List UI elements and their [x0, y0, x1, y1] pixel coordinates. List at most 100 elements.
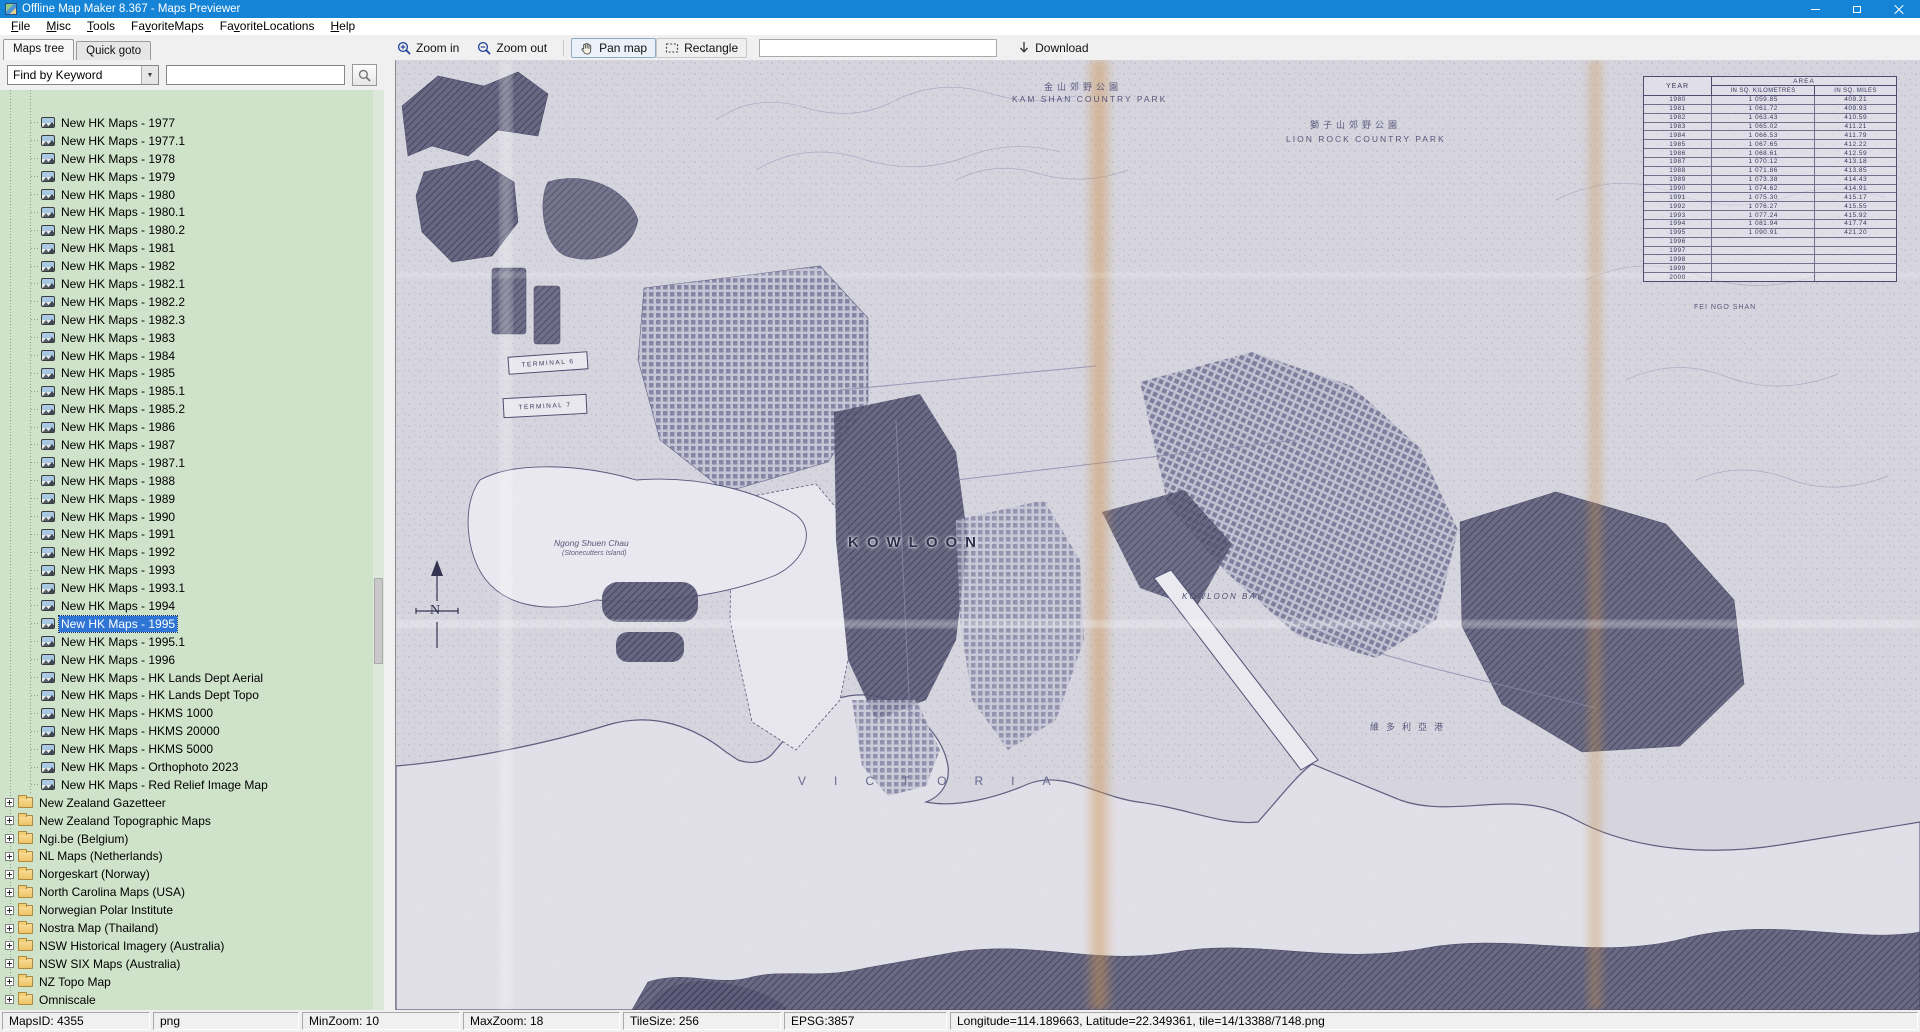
tree-item-map[interactable]: New HK Maps - HK Lands Dept Topo	[0, 687, 384, 705]
tree-item-folder[interactable]: New Zealand Topographic Maps	[0, 812, 384, 830]
expand-plus-icon[interactable]	[5, 816, 14, 825]
tree-item-map[interactable]: New HK Maps - 1977	[0, 114, 384, 132]
tree-item-map[interactable]: New HK Maps - 1985	[0, 364, 384, 382]
map-image-icon	[41, 493, 55, 504]
tree-item-map[interactable]: New HK Maps - 1993.1	[0, 579, 384, 597]
tree-item-folder[interactable]: Norgeskart (Norway)	[0, 865, 384, 883]
tree-item-map[interactable]: New HK Maps - HKMS 5000	[0, 740, 384, 758]
tree-item-map[interactable]: New HK Maps - 1978	[0, 150, 384, 168]
menu-item[interactable]: FavoriteMaps	[123, 19, 212, 34]
tree-item-label: New HK Maps - 1996	[59, 652, 177, 668]
tree-item-folder[interactable]: North Carolina Maps (USA)	[0, 883, 384, 901]
tree-item-map[interactable]: New HK Maps - 1980.1	[0, 203, 384, 221]
tree-item-map[interactable]: New HK Maps - 1988	[0, 472, 384, 490]
tree-item-folder[interactable]: Omniscale	[0, 991, 384, 1009]
close-button[interactable]	[1878, 0, 1920, 18]
tree-item-map[interactable]: New HK Maps - 1980.2	[0, 221, 384, 239]
tree-item-map[interactable]: New HK Maps - 1981	[0, 239, 384, 257]
tree-item-map[interactable]: New HK Maps - HKMS 20000	[0, 722, 384, 740]
pan-map-button[interactable]: Pan map	[571, 38, 656, 58]
expand-plus-icon[interactable]	[5, 977, 14, 986]
menu-item[interactable]: Misc	[38, 19, 79, 34]
tree-item-map[interactable]: New HK Maps - HK Lands Dept Aerial	[0, 669, 384, 687]
expand-plus-icon[interactable]	[5, 941, 14, 950]
menu-item[interactable]: FavoriteLocations	[212, 19, 323, 34]
tree-item-map[interactable]: New HK Maps - 1991	[0, 525, 384, 543]
tree-item-label: NSW Historical Imagery (Australia)	[37, 938, 226, 954]
keyword-input[interactable]	[166, 65, 345, 85]
tree-item-map[interactable]: New HK Maps - Orthophoto 2023	[0, 758, 384, 776]
tree-item-folder[interactable]: NZ Topo Map	[0, 973, 384, 991]
area-table-row: 19871 070.12413.18	[1644, 158, 1896, 167]
tree-item-map[interactable]: New HK Maps - 1980	[0, 186, 384, 204]
tree-item-map[interactable]: New HK Maps - 1984	[0, 347, 384, 365]
minimize-button[interactable]	[1794, 0, 1836, 18]
search-icon	[358, 69, 371, 82]
tree-item-folder[interactable]: Norwegian Polar Institute	[0, 901, 384, 919]
zoom-in-button[interactable]: Zoom in	[388, 38, 468, 58]
tree-item-map[interactable]: New HK Maps - 1992	[0, 543, 384, 561]
tree-item-map[interactable]: New HK Maps - 1996	[0, 651, 384, 669]
tree-item-map[interactable]: New HK Maps - 1982.2	[0, 293, 384, 311]
toolbar-input[interactable]	[759, 39, 997, 57]
menu-item[interactable]: File	[3, 19, 38, 34]
tree-item-map[interactable]: New HK Maps - 1989	[0, 490, 384, 508]
tree-item-map[interactable]: New HK Maps - 1982.3	[0, 311, 384, 329]
tree-item-map[interactable]: New HK Maps - 1990	[0, 508, 384, 526]
expand-plus-icon[interactable]	[5, 798, 14, 807]
ngong-shuen-chau-label: Ngong Shuen Chau	[554, 538, 629, 548]
download-button[interactable]: Download	[1009, 38, 1097, 58]
tab-maps-tree[interactable]: Maps tree	[3, 39, 74, 60]
expand-plus-icon[interactable]	[5, 852, 14, 861]
menu-item[interactable]: Help	[322, 19, 363, 34]
tree-item-folder[interactable]: NSW SIX Maps (Australia)	[0, 955, 384, 973]
expand-plus-icon[interactable]	[5, 906, 14, 915]
zoom-out-button[interactable]: Zoom out	[468, 38, 556, 58]
expand-plus-icon[interactable]	[5, 888, 14, 897]
search-button[interactable]	[352, 64, 377, 86]
tree-connector	[31, 462, 39, 463]
tree-item-map[interactable]: New HK Maps - 1982	[0, 257, 384, 275]
tree-item-folder[interactable]: NSW Historical Imagery (Australia)	[0, 937, 384, 955]
maximize-button[interactable]	[1836, 0, 1878, 18]
tree-item-folder[interactable]: NL Maps (Netherlands)	[0, 848, 384, 866]
maps-tree[interactable]: New HK Maps - 1977New HK Maps - 1977.1Ne…	[0, 90, 384, 1010]
expand-plus-icon[interactable]	[5, 870, 14, 879]
tab-quick-goto[interactable]: Quick goto	[76, 41, 151, 60]
area-table-row: 19881 071.86413.85	[1644, 167, 1896, 176]
tree-item-map[interactable]: New HK Maps - 1985.2	[0, 400, 384, 418]
tree-item-map[interactable]: New HK Maps - Red Relief Image Map	[0, 776, 384, 794]
tree-item-folder[interactable]: New Zealand Gazetteer	[0, 794, 384, 812]
map-image-icon	[41, 261, 55, 272]
tree-item-label: New Zealand Gazetteer	[37, 795, 168, 811]
tree-item-map[interactable]: New HK Maps - 1977.1	[0, 132, 384, 150]
tree-item-folder[interactable]: Ngi.be (Belgium)	[0, 830, 384, 848]
area-table-row: 19931 077.24415.92	[1644, 211, 1896, 220]
tree-connector	[31, 713, 39, 714]
tree-item-map[interactable]: New HK Maps - 1982.1	[0, 275, 384, 293]
map-view[interactable]: 金山郊野公園 KAM SHAN COUNTRY PARK 獅子山郊野公園 LIO…	[396, 60, 1920, 1010]
rectangle-button[interactable]: Rectangle	[656, 38, 747, 58]
find-by-combobox[interactable]: Find by Keyword ▼	[7, 65, 159, 85]
tree-item-map[interactable]: New HK Maps - 1995.1	[0, 633, 384, 651]
tree-item-map[interactable]: New HK Maps - 1986	[0, 418, 384, 436]
tree-item-map[interactable]: New HK Maps - 1983	[0, 329, 384, 347]
menu-item[interactable]: Tools	[79, 19, 123, 34]
tree-item-map[interactable]: New HK Maps - 1979	[0, 168, 384, 186]
expand-plus-icon[interactable]	[5, 834, 14, 843]
tree-item-map[interactable]: New HK Maps - 1995	[0, 615, 384, 633]
tree-item-map[interactable]: New HK Maps - 1985.1	[0, 382, 384, 400]
splitter[interactable]	[384, 60, 396, 1010]
tree-item-map[interactable]: New HK Maps - HKMS 1000	[0, 704, 384, 722]
tree-item-map[interactable]: New HK Maps - 1987.1	[0, 454, 384, 472]
expand-plus-icon[interactable]	[5, 995, 14, 1004]
tree-item-map[interactable]: New HK Maps - 1987	[0, 436, 384, 454]
stonecutters-island-label: (Stonecutters Island)	[562, 550, 627, 557]
chevron-down-icon[interactable]: ▼	[141, 66, 158, 84]
victoria-harbour-label-cn: 維多利亞港	[1370, 720, 1450, 733]
tree-item-map[interactable]: New HK Maps - 1994	[0, 597, 384, 615]
expand-plus-icon[interactable]	[5, 959, 14, 968]
tree-item-map[interactable]: New HK Maps - 1993	[0, 561, 384, 579]
expand-plus-icon[interactable]	[5, 924, 14, 933]
tree-item-folder[interactable]: Nostra Map (Thailand)	[0, 919, 384, 937]
